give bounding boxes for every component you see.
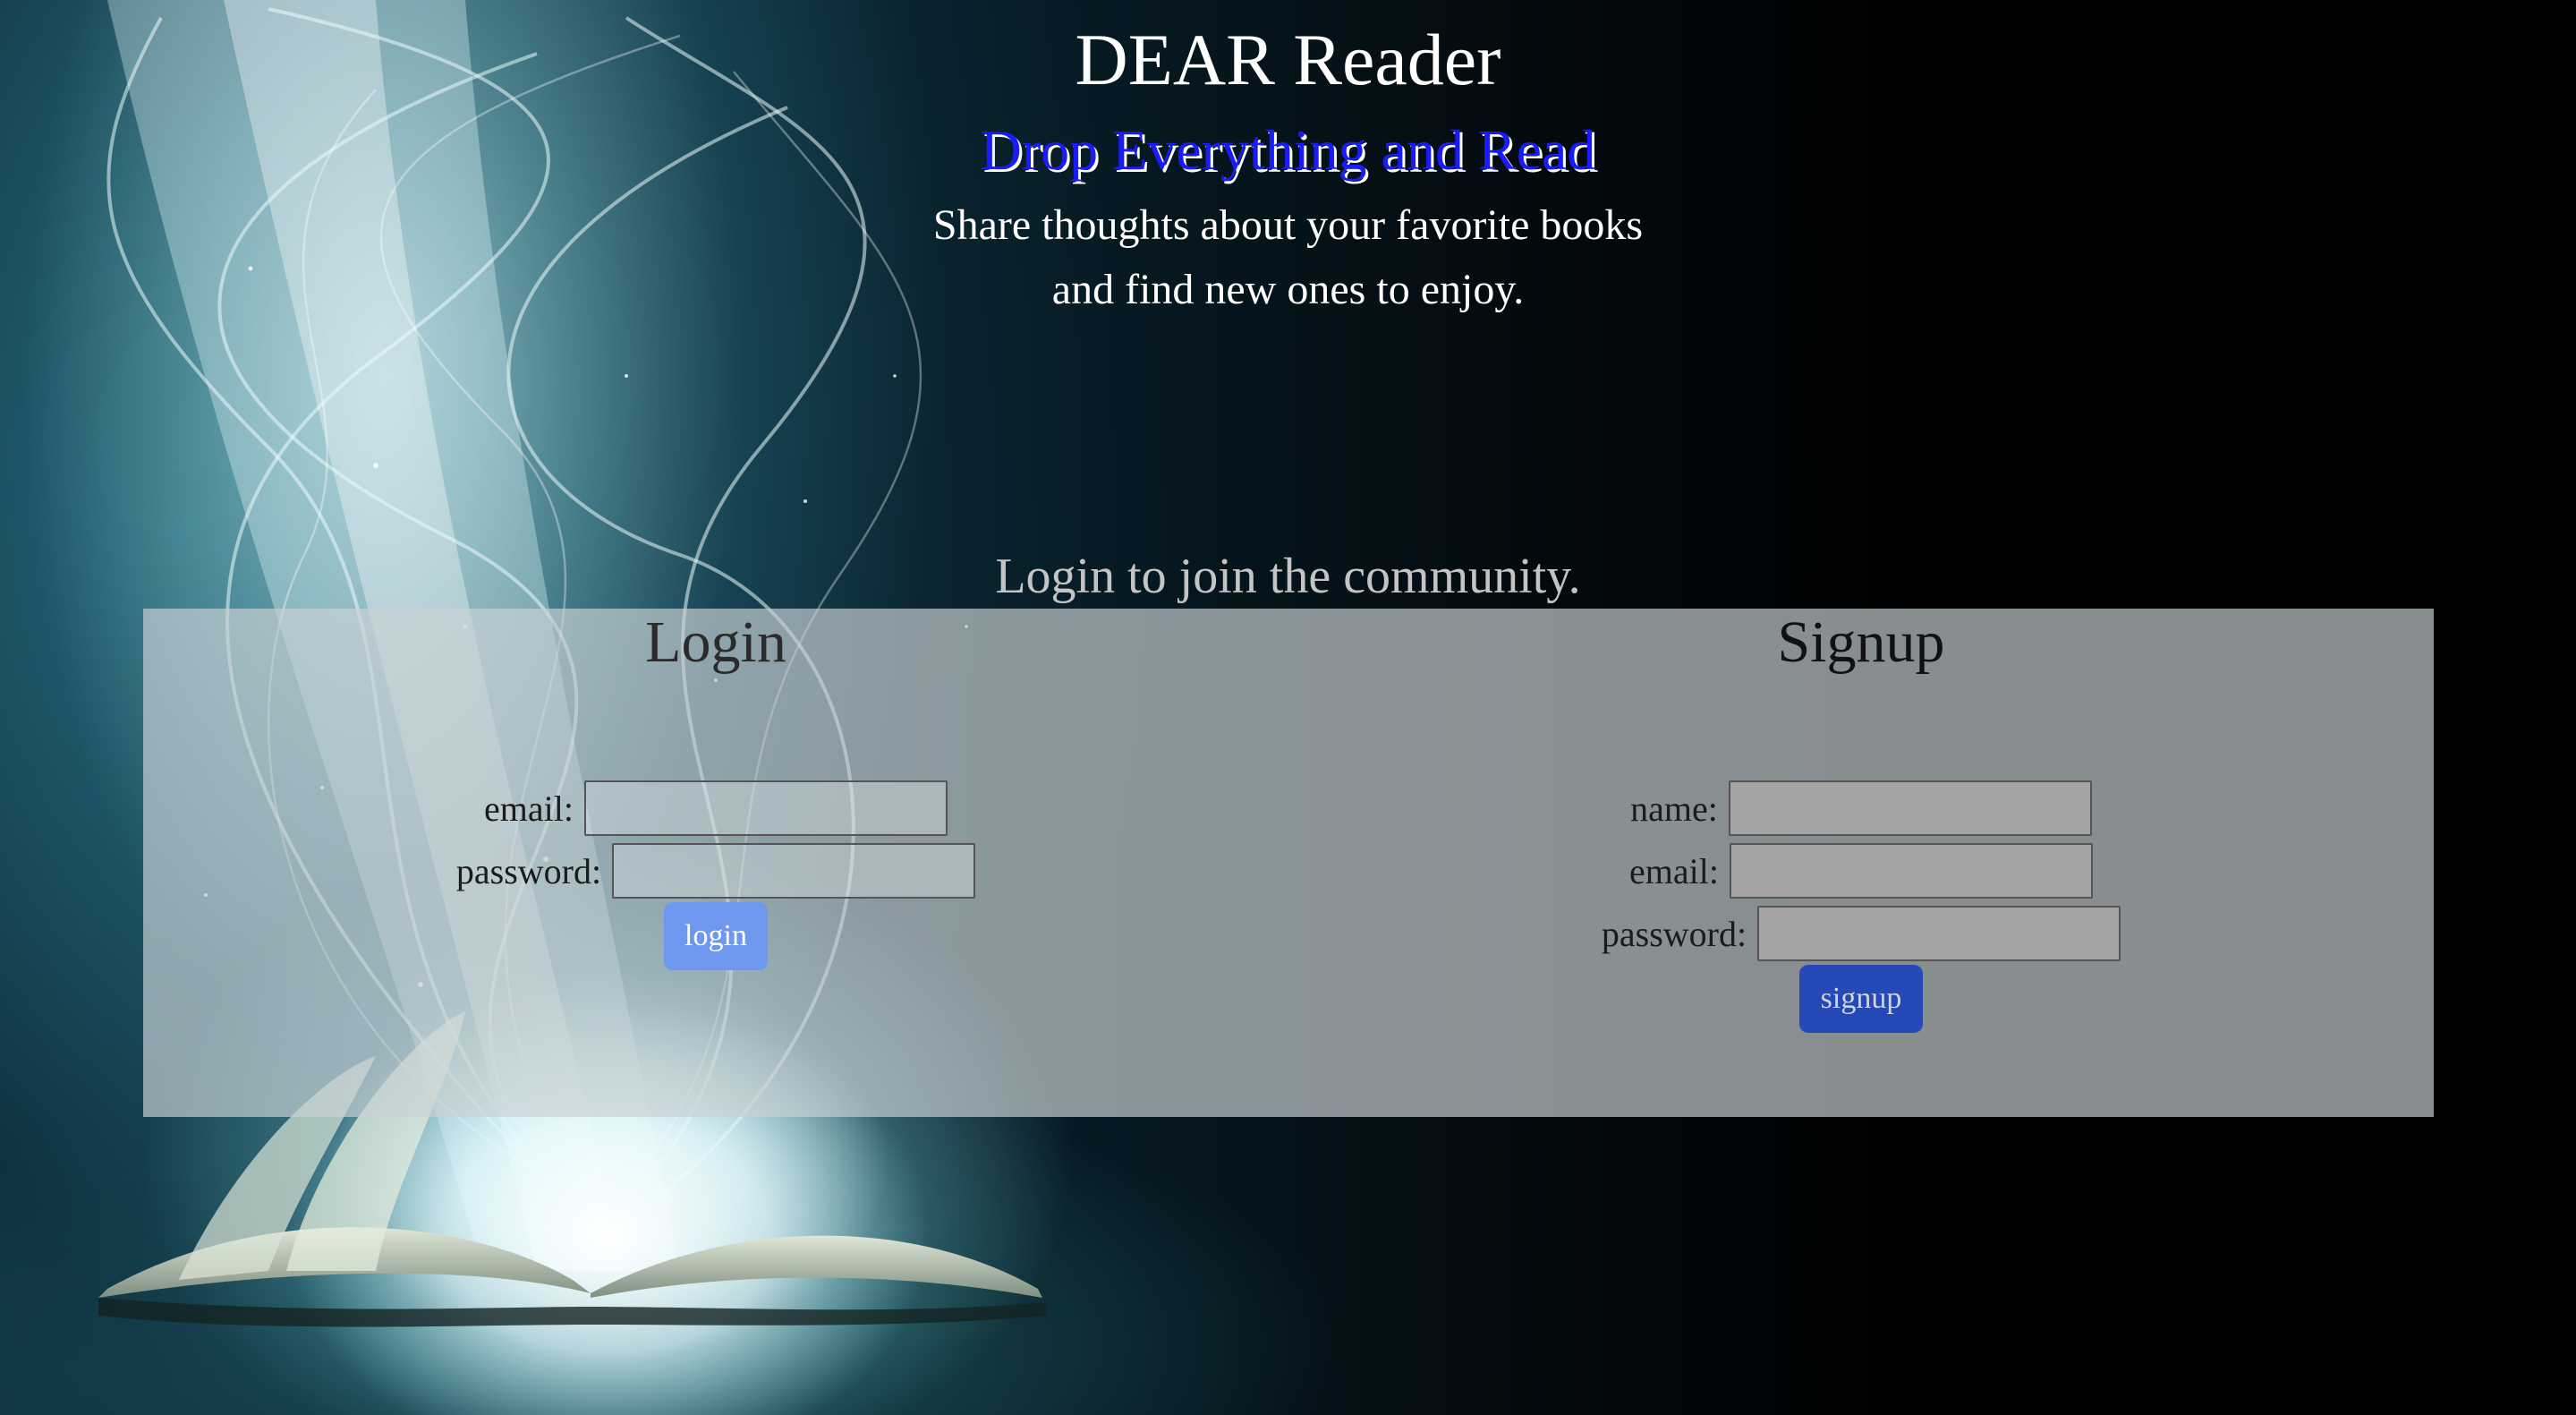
signup-heading: Signup: [1777, 609, 1945, 675]
auth-panel: Login email: password: login Signup name…: [143, 609, 2434, 1117]
signup-email-input[interactable]: [1729, 843, 2093, 899]
site-subtitle: Share thoughts about your favorite books…: [0, 193, 2576, 322]
login-email-input[interactable]: [583, 780, 948, 836]
signup-button-wrap: signup: [1288, 965, 2434, 1033]
login-button-wrap: login: [143, 902, 1288, 970]
login-email-row: email:: [143, 777, 1288, 840]
site-tagline: Drop Everything and Read: [980, 118, 1596, 182]
signup-button[interactable]: signup: [1799, 965, 1923, 1033]
subtitle-line-2: and find new ones to enjoy.: [1051, 266, 1525, 313]
signup-name-label: name:: [1630, 788, 1718, 829]
signup-password-label: password:: [1601, 913, 1747, 954]
signup-name-row: name:: [1288, 777, 2434, 840]
join-community-prompt: Login to join the community.: [995, 549, 1581, 604]
site-title: DEAR Reader: [1075, 19, 1501, 100]
signup-email-row: email:: [1288, 840, 2434, 902]
login-password-label: password:: [455, 850, 602, 891]
signup-name-input[interactable]: [1728, 780, 2092, 836]
login-section: Login email: password: login: [143, 609, 1288, 1117]
signup-password-input[interactable]: [1757, 906, 2121, 961]
login-password-row: password:: [143, 840, 1288, 902]
signup-email-label: email:: [1629, 850, 1719, 891]
login-button[interactable]: login: [664, 902, 768, 970]
login-password-input[interactable]: [612, 843, 976, 899]
signup-password-row: password:: [1288, 902, 2434, 965]
subtitle-line-1: Share thoughts about your favorite books: [932, 201, 1644, 249]
signup-section: Signup name: email: password: signup: [1288, 609, 2434, 1117]
login-email-label: email:: [484, 788, 574, 829]
login-heading: Login: [645, 609, 786, 675]
